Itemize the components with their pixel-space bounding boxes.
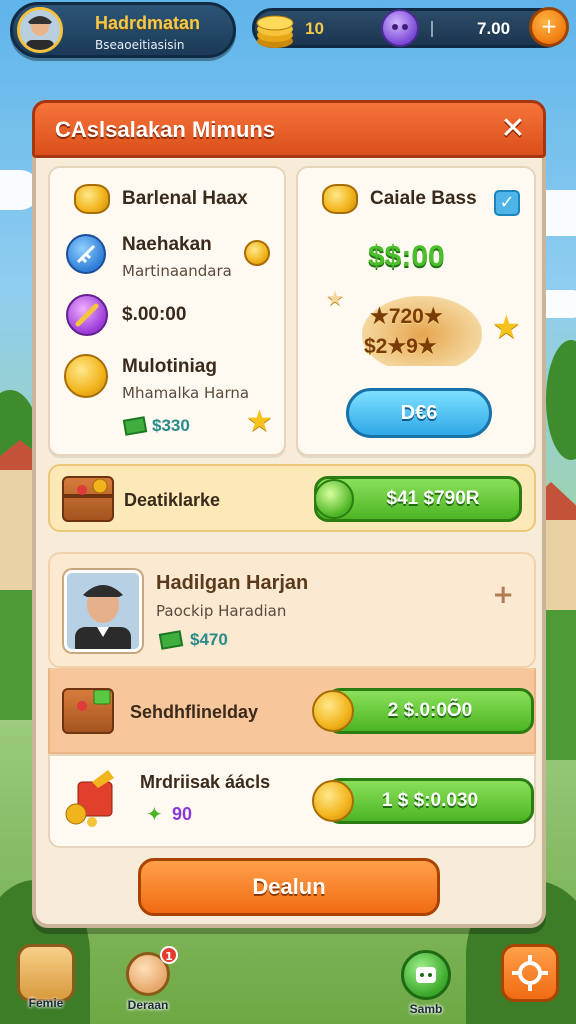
player-name: Hadrdmatan — [95, 13, 201, 33]
sparkle-icon: ★ — [326, 286, 344, 310]
coin-count: 10 — [305, 19, 324, 38]
star-icon: ★ — [246, 404, 273, 439]
offer-row[interactable]: Deatiklarke $41 $790R — [48, 464, 536, 532]
clover-icon: ✦ — [146, 802, 163, 826]
offer-row[interactable]: Mrdriisak áácls ✦ 90 1 $ $:0.030 — [48, 754, 536, 848]
nav-label: Samb — [409, 1002, 443, 1016]
plus-icon: + — [540, 14, 558, 38]
row-title: Sehdhflinelday — [130, 702, 259, 722]
bonus-bottom: $2★9★ — [364, 335, 437, 358]
close-button[interactable]: ✕ — [495, 111, 531, 147]
item-subtitle: Mhamalka Harna — [122, 384, 250, 402]
buy-button[interactable]: 1 $ $:0.030 — [326, 778, 534, 824]
nav-item-settings[interactable] — [498, 944, 562, 1016]
feather-icon — [66, 234, 106, 274]
nav-item-pets[interactable]: 1 Deraan — [116, 944, 180, 1016]
buy-button-label: $41 $790R — [386, 488, 480, 509]
robot-icon — [401, 950, 451, 1000]
right-offer-card[interactable]: Caiale Bass ✓ $$:00 ★ ★720★ $2★9★ ★ D€6 — [296, 166, 536, 456]
character-price: $470 — [190, 630, 228, 649]
cash-icon — [122, 416, 148, 436]
offer-row[interactable]: Sehdhflinelday 2 $.0:0Õ0 — [48, 668, 536, 754]
row-title: Mrdriisak áácls — [140, 772, 271, 792]
coin-stack-icon — [255, 7, 295, 51]
offer-amount: $$:00 — [368, 240, 445, 273]
card-header: Caiale Bass — [370, 188, 477, 209]
nav-label: Deraan — [127, 998, 169, 1012]
buy-button-label: 1 $ $:0.030 — [381, 790, 479, 811]
quill-icon — [66, 294, 108, 336]
treasure-chest-icon — [62, 476, 114, 522]
deal-button[interactable]: Dealun — [138, 858, 440, 916]
coin-icon — [244, 240, 270, 266]
house-icon — [17, 944, 75, 1002]
left-offer-card[interactable]: Barlenal Haax Naehakan Martinaandara $.0… — [48, 166, 286, 456]
item-title: Naehakan — [122, 234, 212, 255]
currency-bar: 10 7.00 + — [252, 7, 569, 51]
coin-icon — [312, 780, 354, 822]
add-currency-button[interactable]: + — [529, 7, 569, 47]
row-title: Deatiklarke — [124, 490, 221, 510]
house — [546, 520, 576, 610]
item-title: $.00:00 — [122, 304, 187, 325]
dialog-header: CAslsalakan Mimuns ✕ — [32, 100, 546, 158]
nav-item-social[interactable]: Samb — [394, 944, 458, 1016]
tree — [546, 340, 576, 460]
item-title: Mulotiniag — [122, 356, 217, 377]
card-price: $330 — [152, 416, 190, 435]
character-subtitle: Paockip Haradian — [156, 602, 287, 620]
character-name: Hadilgan Harjan — [156, 572, 309, 594]
avatar[interactable] — [17, 7, 63, 53]
gold-ribbon-icon — [322, 184, 358, 214]
gear-icon — [501, 944, 559, 1002]
gift-box-icon — [62, 688, 114, 734]
player-subtitle: Bseaoeitiasisin — [95, 38, 185, 52]
cash-icon — [158, 630, 184, 650]
shop-dialog: CAslsalakan Mimuns ✕ Barlenal Haax Naeha… — [32, 100, 546, 928]
row-price: 90 — [172, 804, 193, 824]
nav-label: Femie — [28, 996, 64, 1010]
star-icon: ★ — [492, 308, 521, 346]
character-row[interactable]: Hadilgan Harjan Paockip Haradian $470 + — [48, 552, 536, 668]
gem-icon — [381, 9, 419, 47]
dialog-title: CAslsalakan Mimuns — [55, 117, 276, 142]
gold-ribbon-icon — [74, 184, 110, 214]
card-header: Barlenal Haax — [122, 188, 248, 209]
select-checkbox[interactable]: ✓ — [494, 190, 520, 216]
buy-button[interactable]: 2 $.0:0Õ0 — [326, 688, 534, 734]
clover-coin-icon — [314, 479, 354, 519]
claim-button[interactable]: D€6 — [346, 388, 492, 438]
gold-coin-icon — [64, 354, 108, 398]
notification-badge: 1 — [160, 946, 178, 964]
buy-button-label: 2 $.0:0Õ0 — [387, 700, 473, 721]
player-profile[interactable]: Hadrdmatan Bseaoeitiasisin — [10, 2, 236, 58]
item-subtitle: Martinaandara — [122, 262, 232, 280]
coin-icon — [312, 690, 354, 732]
add-icon[interactable]: + — [492, 580, 514, 610]
gold-treasure-icon — [62, 768, 122, 828]
divider — [431, 21, 433, 37]
gem-count: 7.00 — [477, 19, 511, 38]
bonus-top: ★720★ — [370, 305, 443, 328]
nav-item-home[interactable]: Femie — [14, 944, 78, 1016]
character-portrait — [64, 570, 142, 652]
